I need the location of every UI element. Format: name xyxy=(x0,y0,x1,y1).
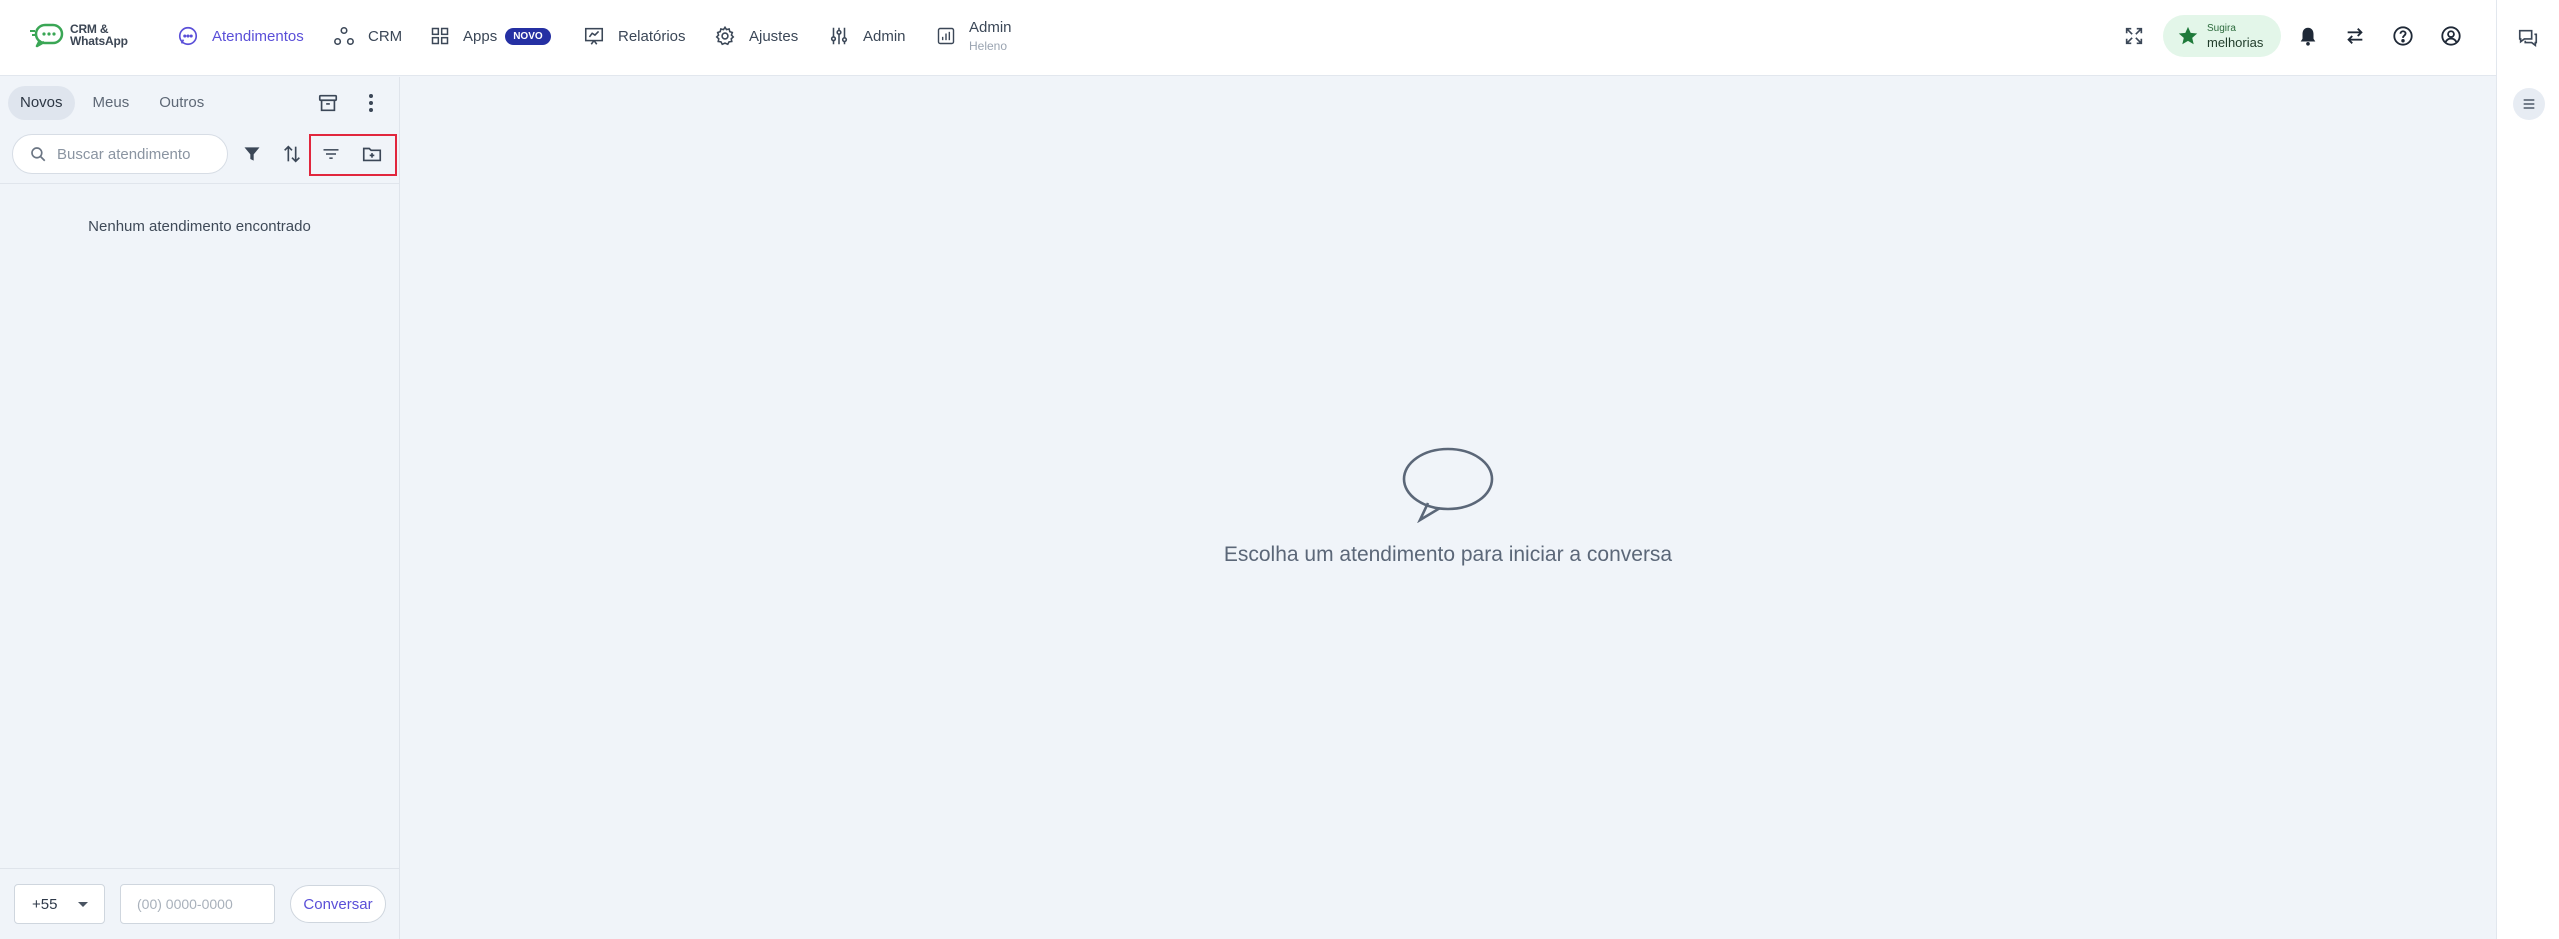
tab-meus[interactable]: Meus xyxy=(81,86,142,120)
whatsapp-logo-icon xyxy=(30,23,64,48)
admin-user-label: Admin xyxy=(969,19,1012,36)
caret-down-icon xyxy=(78,902,88,907)
side-menu-button[interactable] xyxy=(2513,88,2545,120)
conversation-list-panel: Novos Meus Outros Nenhum atendimento enc… xyxy=(0,77,400,939)
chat-bubble-icon xyxy=(177,25,199,47)
user-icon xyxy=(2441,26,2461,46)
suggest-line-1: Sugira xyxy=(2207,22,2236,34)
grid-icon xyxy=(430,26,450,46)
top-navbar: CRM & WhatsApp Atendimentos CRM Apps NOV… xyxy=(0,0,2496,76)
kebab-menu-icon xyxy=(369,94,373,112)
start-conversation-button[interactable]: Conversar xyxy=(290,885,386,923)
nav-apps[interactable]: Apps NOVO xyxy=(430,0,551,72)
gear-icon xyxy=(714,25,736,47)
presentation-chart-icon xyxy=(583,25,605,47)
nav-ajustes-label: Ajustes xyxy=(749,27,799,45)
help-icon xyxy=(2393,26,2413,46)
archive-button[interactable] xyxy=(316,91,340,115)
logo-line-2: WhatsApp xyxy=(70,34,128,48)
fullscreen-button[interactable] xyxy=(2120,22,2148,50)
nav-crm[interactable]: CRM xyxy=(333,0,402,72)
logo-text: CRM & WhatsApp xyxy=(70,23,128,47)
nav-relatorios-label: Relatórios xyxy=(618,27,686,45)
new-badge: NOVO xyxy=(505,27,551,45)
star-icon xyxy=(2178,26,2198,45)
switch-account-button[interactable] xyxy=(2341,22,2369,50)
sort-arrows-icon xyxy=(284,145,300,163)
suggest-line-2: melhorias xyxy=(2207,34,2264,50)
empty-list-message: Nenhum atendimento encontrado xyxy=(88,218,311,235)
empty-conversation-title: Escolha um atendimento para iniciar a co… xyxy=(1223,543,1673,566)
search-icon xyxy=(31,147,46,162)
empty-conversation-state: Escolha um atendimento para iniciar a co… xyxy=(401,445,2495,567)
archive-icon xyxy=(318,94,338,112)
filter-button[interactable] xyxy=(239,141,265,167)
admin-user-name: Heleno xyxy=(969,39,1008,53)
sort-button[interactable] xyxy=(279,141,305,167)
notifications-button[interactable] xyxy=(2294,22,2322,50)
nav-atendimentos-label: Atendimentos xyxy=(212,27,304,45)
user-profile-button[interactable] xyxy=(2437,22,2465,50)
highlight-box xyxy=(309,134,397,176)
admin-user-text: Admin Heleno xyxy=(969,19,1012,53)
nav-admin[interactable]: Admin xyxy=(828,0,906,72)
swap-icon xyxy=(2347,28,2363,44)
nav-crm-label: CRM xyxy=(368,27,403,45)
nav-atendimentos[interactable]: Atendimentos xyxy=(177,0,304,72)
conversation-tabs: Novos Meus Outros xyxy=(8,86,222,120)
bar-chart-icon xyxy=(936,26,956,46)
app-logo[interactable]: CRM & WhatsApp xyxy=(30,22,128,48)
crm-nodes-icon xyxy=(333,25,355,47)
funnel-icon xyxy=(244,147,260,161)
country-code-value: +55 xyxy=(32,895,58,913)
suggest-text: Sugira melhorias xyxy=(2207,23,2263,50)
more-options-button[interactable] xyxy=(361,91,381,115)
list-divider xyxy=(0,183,399,184)
speech-bubble-icon xyxy=(1402,447,1494,523)
admin-user-menu[interactable]: Admin Heleno xyxy=(936,0,1012,72)
country-code-select[interactable]: +55 xyxy=(14,884,105,924)
sliders-icon xyxy=(828,25,850,47)
chats-panel-button[interactable] xyxy=(2514,24,2542,52)
nav-admin-label: Admin xyxy=(863,27,906,45)
bell-icon xyxy=(2300,27,2316,46)
hamburger-menu-icon xyxy=(2523,99,2535,109)
fullscreen-icon xyxy=(2125,27,2143,45)
chats-icon xyxy=(2518,29,2538,47)
conversation-area: Escolha um atendimento para iniciar a co… xyxy=(401,77,2495,939)
suggest-improvements-button[interactable]: Sugira melhorias xyxy=(2163,15,2281,57)
help-button[interactable] xyxy=(2389,22,2417,50)
tab-novos[interactable]: Novos xyxy=(8,86,75,120)
search-input[interactable] xyxy=(57,145,217,163)
nav-relatorios[interactable]: Relatórios xyxy=(583,0,686,72)
tab-outros[interactable]: Outros xyxy=(147,86,216,120)
nav-apps-label: Apps xyxy=(463,27,498,45)
right-rail xyxy=(2496,0,2559,939)
phone-number-input[interactable] xyxy=(120,884,275,924)
nav-ajustes[interactable]: Ajustes xyxy=(714,0,798,72)
search-box xyxy=(12,134,228,174)
